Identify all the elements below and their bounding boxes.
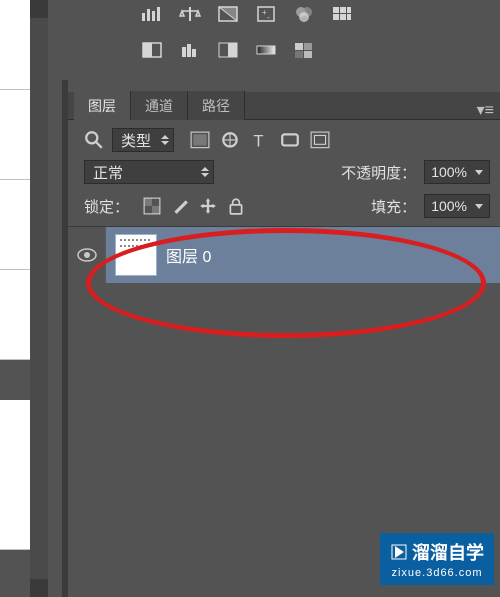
blend-mode-value: 正常	[93, 162, 123, 183]
filter-kind-select[interactable]: 类型	[112, 128, 174, 152]
grid-icon[interactable]	[330, 4, 354, 24]
watermark-title: 溜溜自学	[412, 539, 484, 565]
panel-menu-icon[interactable]: ▾≡	[477, 100, 494, 120]
lock-pixels-icon[interactable]	[171, 198, 189, 214]
visibility-toggle[interactable]	[68, 227, 106, 283]
svg-text:-: -	[267, 13, 270, 22]
layer-filter-row: 类型 T	[68, 120, 500, 156]
document-edge	[0, 0, 30, 597]
selective-color-icon[interactable]	[292, 40, 316, 60]
layer-name[interactable]: 图层 0	[166, 243, 211, 267]
invert-icon[interactable]	[140, 40, 164, 60]
posterize-icon[interactable]	[178, 40, 202, 60]
layer-row-0[interactable]: 图层 0	[68, 227, 500, 283]
lock-transparent-icon[interactable]	[143, 198, 161, 214]
blend-opacity-row: 正常 不透明度： 100%	[68, 156, 500, 190]
layer-thumbnail[interactable]	[116, 235, 156, 275]
lock-position-icon[interactable]	[199, 198, 217, 214]
options-bar-row-1: +-	[62, 0, 500, 34]
lock-all-icon[interactable]	[227, 198, 245, 214]
layer-list: 图层 0	[68, 227, 500, 283]
options-bar-row-2	[62, 34, 500, 74]
opacity-label: 不透明度：	[341, 162, 416, 183]
fill-label: 填充：	[371, 196, 416, 217]
exposure-icon[interactable]: +-	[254, 4, 278, 24]
svg-text:T: T	[253, 132, 263, 149]
tab-channels[interactable]: 通道	[131, 91, 188, 120]
tab-layers[interactable]: 图层	[74, 91, 131, 120]
filter-shape-icon[interactable]	[280, 131, 300, 149]
search-kind-icon[interactable]	[84, 131, 104, 149]
watermark-subtitle: zixue.3d66.com	[391, 567, 482, 579]
balance-icon[interactable]	[178, 4, 202, 24]
rgb-icon[interactable]	[292, 4, 316, 24]
lock-fill-row: 锁定： 填充： 100%	[68, 190, 500, 227]
watermark: 溜溜自学 zixue.3d66.com	[380, 533, 494, 585]
fill-input[interactable]: 100%	[424, 194, 490, 218]
vertical-scrollbar[interactable]	[30, 0, 48, 597]
filter-smart-icon[interactable]	[310, 131, 330, 149]
filter-kind-label: 类型	[121, 130, 151, 151]
filter-adjust-icon[interactable]	[220, 131, 240, 149]
fill-value: 100%	[431, 198, 467, 214]
gradient-map-icon[interactable]	[254, 40, 278, 60]
opacity-value: 100%	[431, 164, 467, 180]
filter-type-icon[interactable]: T	[250, 131, 270, 149]
blend-mode-select[interactable]: 正常	[84, 160, 214, 184]
contrast-icon[interactable]	[216, 4, 240, 24]
histogram-icon[interactable]	[140, 4, 164, 24]
panel-tabs: 图层 通道 路径 ▾≡	[68, 92, 500, 120]
lock-label: 锁定：	[84, 196, 129, 217]
threshold-icon[interactable]	[216, 40, 240, 60]
tab-paths[interactable]: 路径	[188, 91, 245, 120]
opacity-input[interactable]: 100%	[424, 160, 490, 184]
filter-pixel-icon[interactable]	[190, 131, 210, 149]
